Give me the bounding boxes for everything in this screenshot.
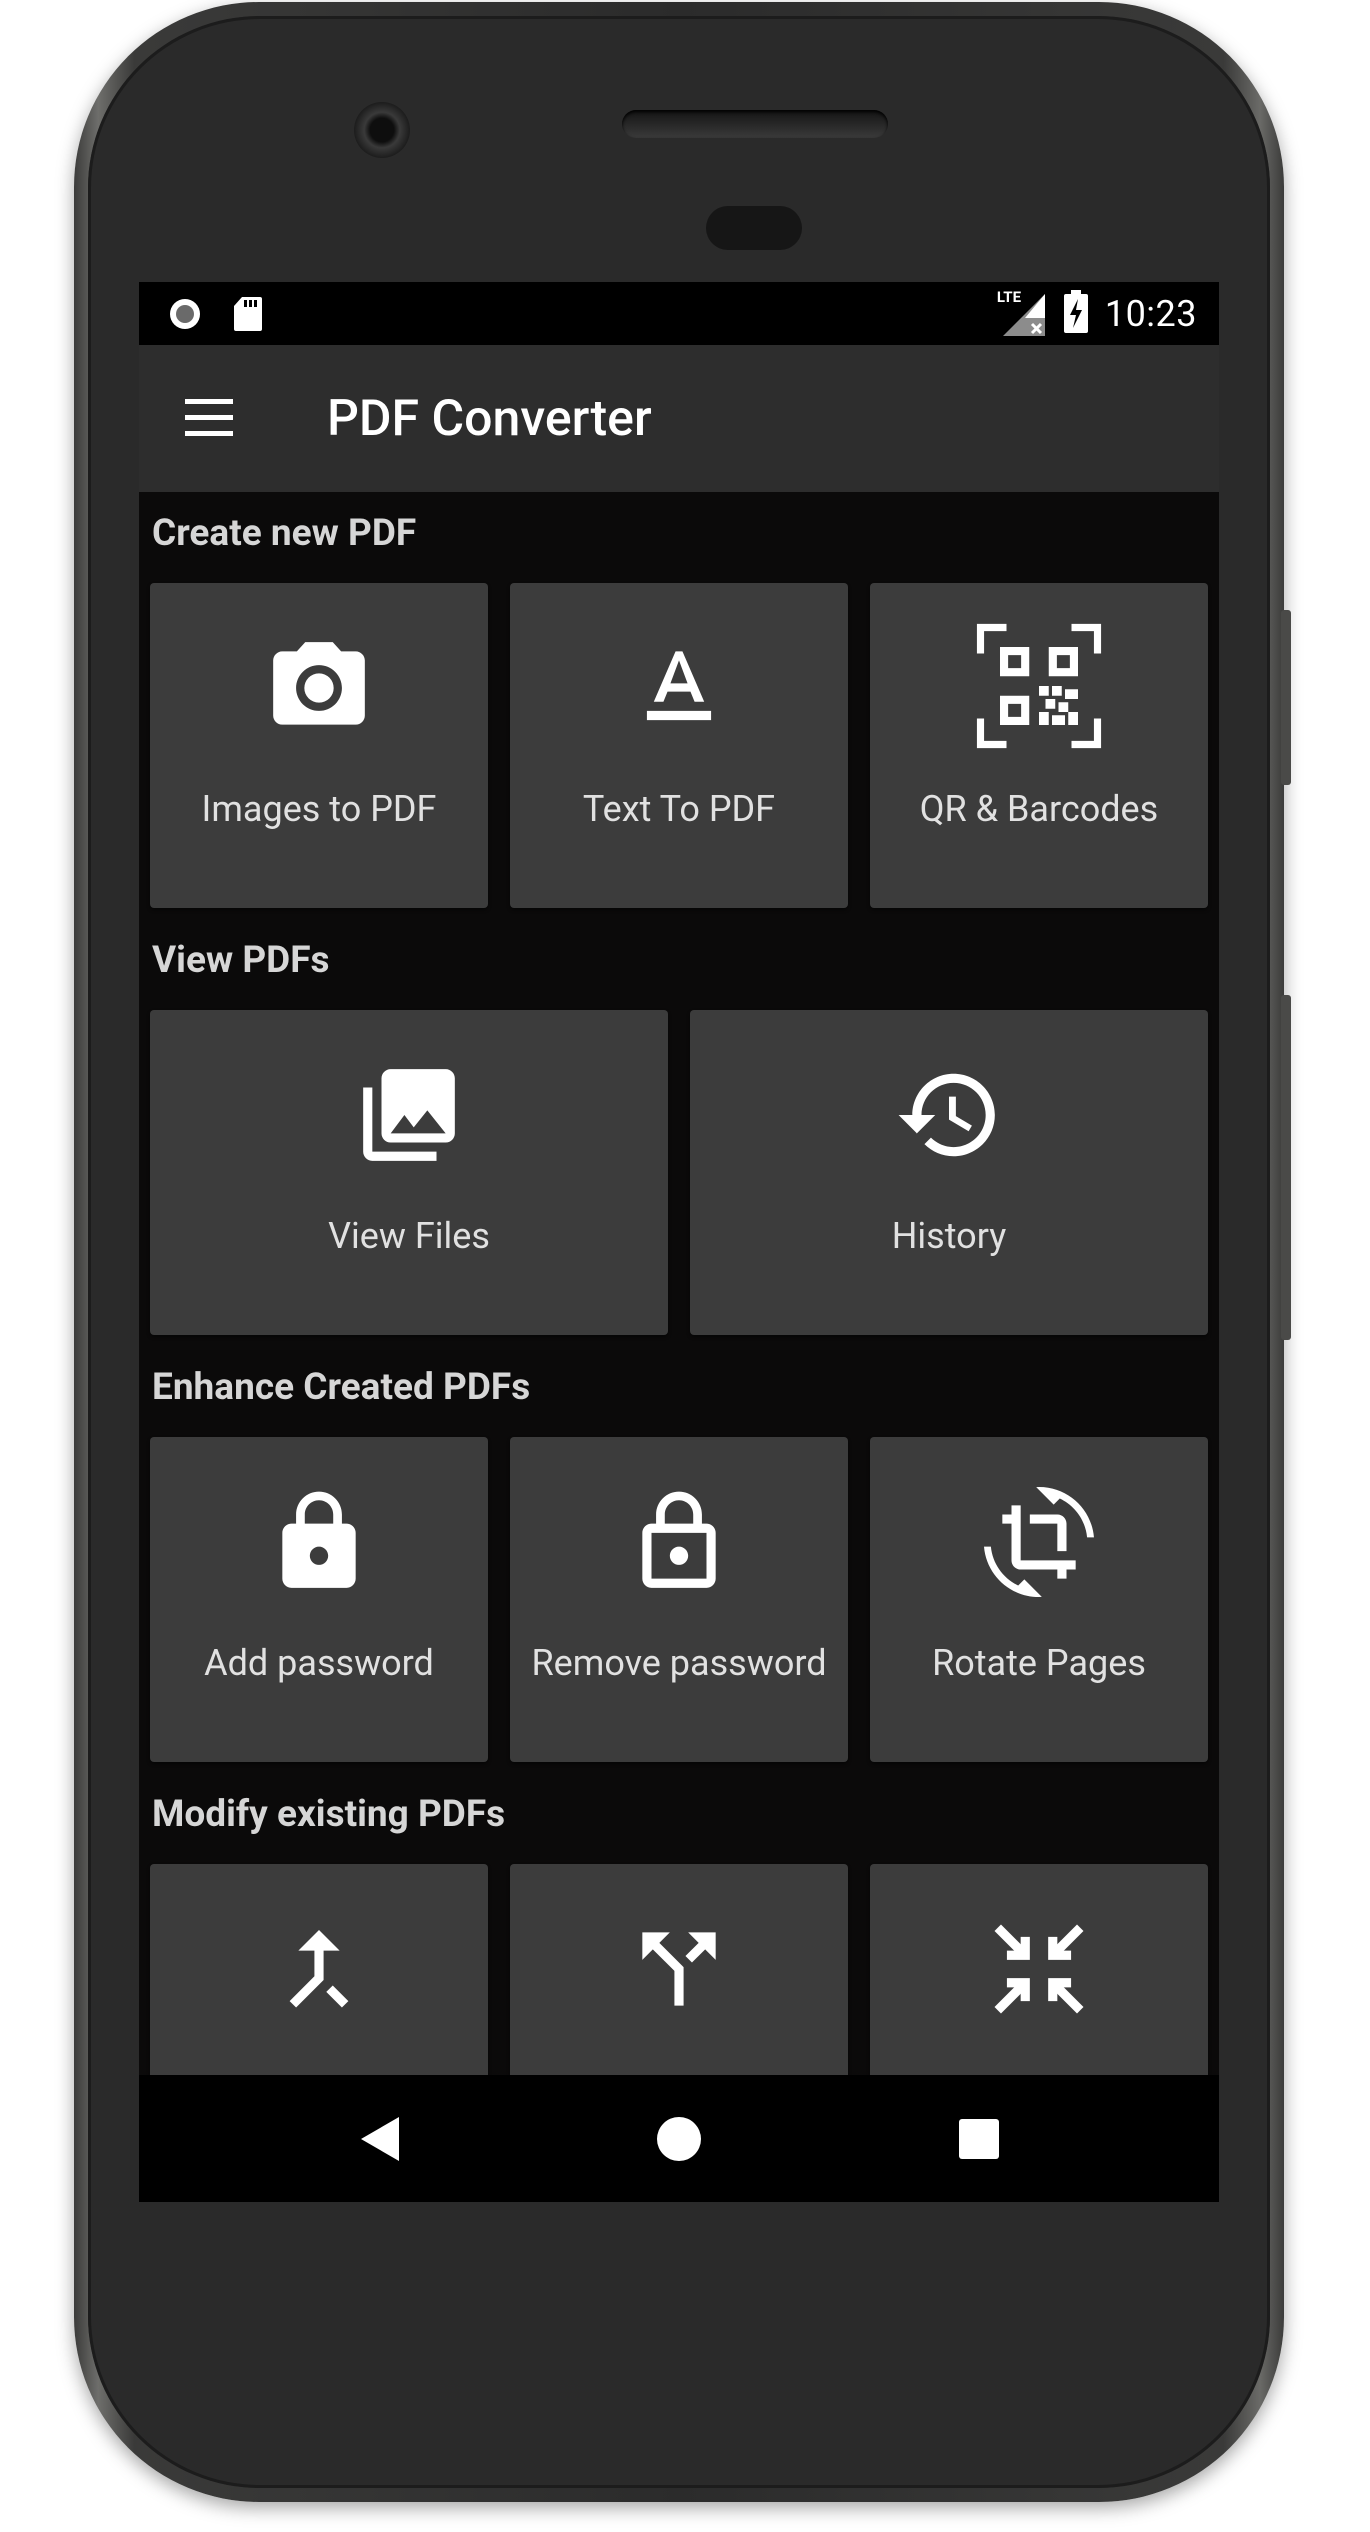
card-label: Images to PDF <box>201 788 437 830</box>
app-title: PDF Converter <box>327 390 652 448</box>
front-camera <box>354 102 410 158</box>
main-content: Create new PDF Images to PDF Text To PDF <box>139 492 1219 2075</box>
text-to-pdf-button[interactable]: Text To PDF <box>510 583 848 908</box>
section-title-modify: Modify existing PDFs <box>152 1793 506 1836</box>
sd-card-icon <box>233 296 263 336</box>
record-icon <box>167 296 203 336</box>
history-icon <box>894 1060 1004 1170</box>
card-label: Remove password <box>531 1642 827 1684</box>
split-icon <box>624 1914 734 2024</box>
split-pdf-button[interactable] <box>510 1864 848 2075</box>
card-label: Text To PDF <box>582 788 776 830</box>
card-label: QR & Barcodes <box>919 788 1159 830</box>
images-to-pdf-button[interactable]: Images to PDF <box>150 583 488 908</box>
screen: LTE 10:23 PDF Converter Create new PDF I… <box>139 282 1219 2202</box>
battery-charging-icon <box>1063 290 1089 338</box>
add-password-button[interactable]: Add password <box>150 1437 488 1762</box>
back-icon[interactable] <box>353 2111 409 2167</box>
compress-pdf-button[interactable] <box>870 1864 1208 2075</box>
lte-signal-icon: LTE <box>996 288 1047 338</box>
app-bar: PDF Converter <box>139 345 1219 492</box>
card-label: Add password <box>204 1642 434 1684</box>
section-title-create: Create new PDF <box>152 512 417 555</box>
section-title-enhance: Enhance Created PDFs <box>152 1366 531 1409</box>
crop-rotate-icon <box>984 1487 1094 1597</box>
card-label: Rotate Pages <box>932 1642 1146 1684</box>
power-button <box>1281 610 1291 785</box>
text-format-icon <box>624 633 734 743</box>
photo-library-icon <box>354 1060 464 1170</box>
camera-icon <box>264 633 374 743</box>
remove-password-button[interactable]: Remove password <box>510 1437 848 1762</box>
earpiece-speaker <box>622 110 888 138</box>
card-label: History <box>891 1215 1007 1257</box>
history-button[interactable]: History <box>690 1010 1208 1335</box>
volume-button <box>1281 995 1291 1340</box>
compress-icon <box>984 1914 1094 2024</box>
card-label: View Files <box>328 1215 490 1257</box>
rotate-pages-button[interactable]: Rotate Pages <box>870 1437 1208 1762</box>
merge-icon <box>264 1914 374 2024</box>
nav-bar <box>139 2075 1219 2202</box>
merge-pdf-button[interactable] <box>150 1864 488 2075</box>
qr-barcodes-button[interactable]: QR & Barcodes <box>870 583 1208 908</box>
lock-icon <box>264 1487 374 1597</box>
qr-scan-icon <box>974 621 1104 751</box>
hamburger-menu-icon[interactable] <box>181 393 237 443</box>
section-title-view: View PDFs <box>152 939 330 982</box>
home-icon[interactable] <box>651 2111 707 2167</box>
network-label: LTE <box>996 288 1022 306</box>
view-files-button[interactable]: View Files <box>150 1010 668 1335</box>
lock-open-icon <box>624 1487 734 1597</box>
status-bar: LTE 10:23 <box>139 282 1219 345</box>
status-time: 10:23 <box>1104 293 1197 335</box>
recents-icon[interactable] <box>951 2111 1007 2167</box>
proximity-sensor <box>706 206 802 250</box>
